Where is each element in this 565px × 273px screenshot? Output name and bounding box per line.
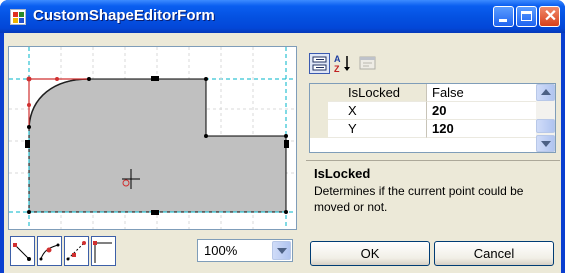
svg-text:A: A bbox=[334, 54, 341, 64]
window-title: CustomShapeEditorForm bbox=[33, 7, 215, 24]
select-point-tool-icon bbox=[13, 243, 31, 261]
select-point-tool[interactable] bbox=[10, 236, 35, 266]
svg-text:Z: Z bbox=[334, 64, 340, 74]
resize-handle-bottom[interactable] bbox=[151, 210, 159, 215]
property-row[interactable]: IsLocked False bbox=[310, 84, 538, 102]
property-help-panel: IsLocked Determines if the current point… bbox=[306, 160, 560, 233]
bezier-point-tool-icon bbox=[66, 241, 86, 261]
sort-alpha-icon: A Z bbox=[334, 54, 350, 74]
property-value[interactable]: 120 bbox=[427, 120, 538, 138]
shape-drawing[interactable] bbox=[9, 47, 297, 230]
shape-canvas[interactable] bbox=[8, 46, 297, 230]
minimize-button[interactable] bbox=[493, 6, 514, 27]
property-grid-scrollbar[interactable] bbox=[536, 84, 555, 152]
categorized-icon bbox=[312, 56, 327, 71]
property-grid-toolbar: A Z bbox=[305, 46, 560, 81]
chevron-down-icon bbox=[277, 248, 287, 254]
row-gutter bbox=[310, 102, 328, 120]
control-point[interactable] bbox=[26, 76, 32, 82]
scroll-up-button[interactable] bbox=[536, 84, 555, 101]
property-name: Y bbox=[328, 120, 427, 138]
maximize-button[interactable] bbox=[516, 6, 537, 27]
minimize-icon bbox=[499, 19, 507, 22]
custom-shape[interactable] bbox=[28, 78, 287, 213]
cancel-button[interactable]: Cancel bbox=[434, 241, 554, 266]
property-pages-button[interactable] bbox=[357, 53, 378, 74]
control-point[interactable] bbox=[27, 103, 31, 107]
property-value[interactable]: 20 bbox=[427, 102, 538, 120]
property-row[interactable]: X 20 bbox=[310, 102, 538, 120]
row-gutter bbox=[310, 120, 328, 138]
add-point-tool[interactable] bbox=[37, 236, 62, 266]
resize-handle-left[interactable] bbox=[25, 140, 30, 148]
corner-point-tool-icon bbox=[93, 241, 112, 263]
property-value[interactable]: False bbox=[427, 84, 538, 102]
form-icon bbox=[10, 9, 26, 25]
zoom-combobox[interactable]: 100% bbox=[197, 239, 293, 262]
help-description: Determines if the current point could be… bbox=[314, 184, 524, 214]
property-row[interactable]: Y 120 bbox=[310, 120, 538, 138]
control-point[interactable] bbox=[55, 77, 59, 81]
resize-handle-right[interactable] bbox=[284, 140, 289, 148]
close-button[interactable]: ✕ bbox=[539, 6, 560, 27]
property-pages-icon bbox=[359, 56, 376, 70]
property-name: IsLocked bbox=[328, 84, 427, 102]
zoom-dropdown-button[interactable] bbox=[272, 241, 291, 260]
property-name: X bbox=[328, 102, 427, 120]
ok-button[interactable]: OK bbox=[310, 241, 430, 266]
chevron-up-icon bbox=[541, 89, 551, 95]
zoom-value: 100% bbox=[204, 243, 238, 258]
resize-handle-top[interactable] bbox=[151, 76, 159, 81]
help-title: IsLocked bbox=[314, 166, 371, 181]
scroll-thumb[interactable] bbox=[536, 119, 555, 133]
chevron-down-icon bbox=[541, 141, 551, 147]
scroll-down-button[interactable] bbox=[536, 135, 555, 152]
maximize-icon bbox=[521, 11, 532, 21]
property-grid[interactable]: IsLocked False X 20 Y 120 bbox=[309, 83, 556, 153]
title-bar[interactable]: CustomShapeEditorForm ✕ bbox=[0, 0, 565, 33]
row-gutter bbox=[310, 84, 328, 102]
categorized-button[interactable] bbox=[309, 53, 330, 74]
alphabetical-button[interactable]: A Z bbox=[332, 53, 353, 74]
corner-point-tool[interactable] bbox=[91, 236, 116, 266]
bezier-point-tool[interactable] bbox=[64, 236, 89, 266]
close-icon: ✕ bbox=[543, 8, 558, 25]
add-point-tool-icon bbox=[39, 243, 60, 261]
